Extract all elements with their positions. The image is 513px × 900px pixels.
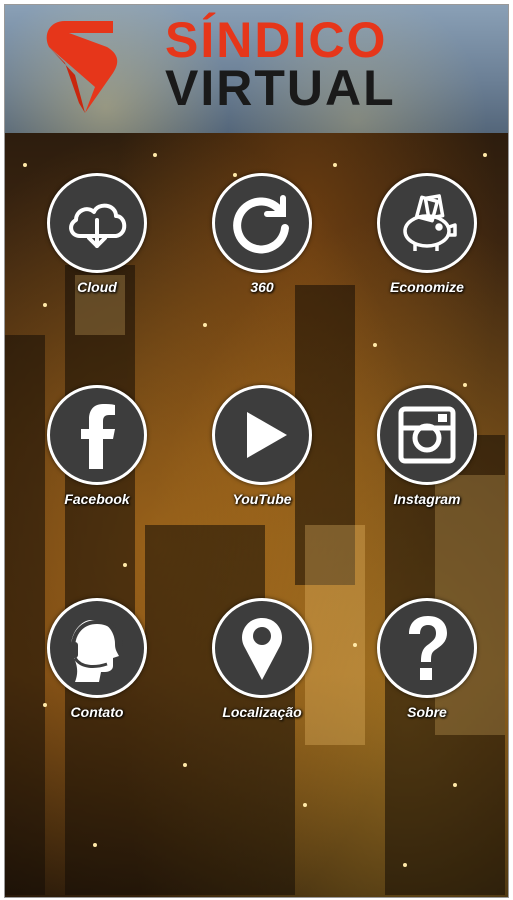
- tile-cloud-circle[interactable]: [47, 173, 147, 273]
- tile-360-circle[interactable]: [212, 173, 312, 273]
- tile-economize-circle[interactable]: [377, 173, 477, 273]
- tile-instagram-circle[interactable]: [377, 385, 477, 485]
- question-icon: [409, 616, 447, 680]
- brand-title: SÍNDICO VIRTUAL: [165, 15, 396, 113]
- tile-facebook-label: Facebook: [64, 491, 130, 507]
- app-header: SÍNDICO VIRTUAL: [5, 5, 508, 133]
- tile-youtube-label: YouTube: [232, 491, 292, 507]
- facebook-icon: [81, 404, 115, 469]
- tile-instagram-label: Instagram: [393, 491, 461, 507]
- tile-cloud[interactable]: Cloud: [37, 173, 157, 295]
- tile-localizacao-label: Localização: [222, 704, 302, 720]
- sindico-logo-icon: [46, 21, 118, 113]
- tile-cloud-label: Cloud: [77, 279, 117, 295]
- cloud-download-icon: [69, 203, 127, 248]
- tile-sobre-circle[interactable]: [377, 598, 477, 698]
- headset-icon: [69, 619, 123, 682]
- tile-economize-label: Economize: [390, 279, 464, 295]
- tile-facebook[interactable]: Facebook: [37, 385, 157, 507]
- instagram-icon: [398, 406, 456, 464]
- brand-line-2: VIRTUAL: [165, 60, 396, 116]
- location-pin-icon: [242, 618, 282, 680]
- tile-facebook-circle[interactable]: [47, 385, 147, 485]
- brand-line-1: SÍNDICO: [165, 12, 388, 68]
- tile-360-label: 360: [250, 279, 274, 295]
- tile-youtube[interactable]: YouTube: [202, 385, 322, 507]
- tile-contato-label: Contato: [70, 704, 124, 720]
- tile-contato-circle[interactable]: [47, 598, 147, 698]
- tile-localizacao-circle[interactable]: [212, 598, 312, 698]
- refresh-icon: [233, 195, 289, 254]
- tile-sobre-label: Sobre: [407, 704, 447, 720]
- tile-contato[interactable]: Contato: [37, 598, 157, 720]
- tile-360[interactable]: 360: [202, 173, 322, 295]
- tile-youtube-circle[interactable]: [212, 385, 312, 485]
- tile-instagram[interactable]: Instagram: [367, 385, 487, 507]
- app-screen: SÍNDICO VIRTUAL Cloud 360 Economize Face…: [4, 4, 509, 898]
- tile-localizacao[interactable]: Localização: [202, 598, 322, 720]
- tile-sobre[interactable]: Sobre: [367, 598, 487, 720]
- play-icon: [247, 412, 287, 458]
- piggy-bank-icon: [403, 194, 457, 251]
- tile-economize[interactable]: Economize: [367, 173, 487, 295]
